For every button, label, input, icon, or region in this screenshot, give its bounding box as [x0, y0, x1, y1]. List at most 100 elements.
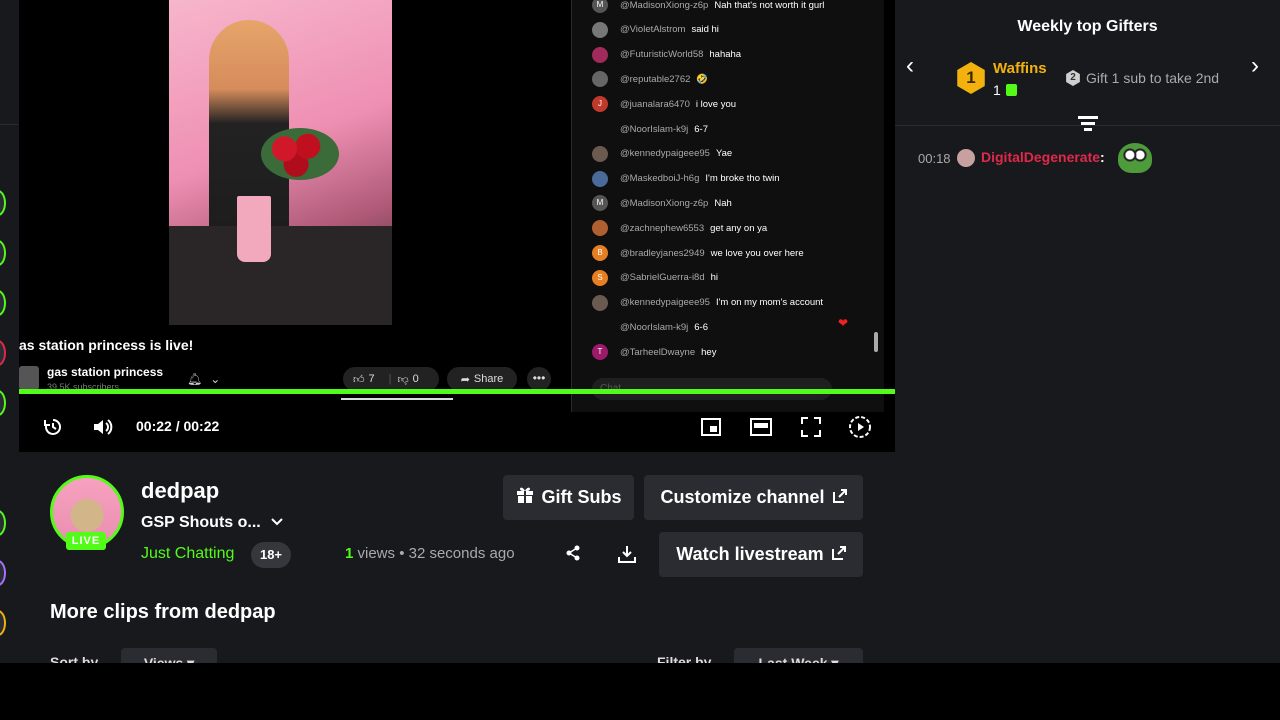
rail-avatar[interactable]	[0, 610, 6, 636]
chat-avatar	[592, 294, 608, 311]
share-arrow-icon: ➦	[460, 373, 470, 386]
chat-message-text: i love you	[695, 98, 737, 110]
chat-scrollbar[interactable]	[874, 332, 878, 352]
chat-message-user[interactable]: @NoorIslam-k9j	[620, 322, 688, 333]
chat-message-text: hi	[710, 272, 719, 284]
chat-message-text: 🤣	[696, 73, 709, 85]
chat-message-user[interactable]: @MaskedboiJ-h6g	[620, 173, 699, 184]
rail-avatar[interactable]	[0, 240, 6, 266]
chat-avatar	[592, 145, 608, 162]
rail-avatar[interactable]	[0, 390, 6, 416]
letterbox-bar	[0, 663, 1280, 720]
heart-icon: ❤	[838, 316, 849, 330]
gift-subs-button[interactable]: Gift Subs	[503, 475, 634, 520]
chat-avatar	[592, 319, 608, 336]
settings-icon[interactable]	[847, 414, 873, 440]
gift-icon	[516, 486, 534, 509]
chat-avatar: S	[592, 269, 608, 286]
chat-message-text: I'm broke tho twin	[705, 173, 780, 185]
roses-shape	[261, 128, 339, 180]
chat-avatar	[592, 121, 608, 137]
fullscreen-icon[interactable]	[799, 414, 823, 440]
theater-mode-icon[interactable]	[749, 414, 773, 440]
video-frame: as station princess is live! gas station…	[19, 0, 571, 392]
replay-icon[interactable]	[41, 414, 65, 440]
chat-message: @reputable2762 🤣	[592, 69, 708, 89]
chevron-down-icon[interactable]	[270, 514, 284, 530]
picture-in-picture-icon[interactable]	[699, 414, 723, 440]
progress-bar[interactable]	[19, 389, 895, 394]
time-display: 00:22 / 00:22	[136, 418, 220, 434]
chat-message-user[interactable]: @NoorIslam-k9j	[620, 124, 688, 135]
watch-livestream-button[interactable]: Watch livestream	[659, 532, 863, 577]
rail-avatar[interactable]	[0, 190, 6, 216]
top-gifter-name[interactable]: Waffins	[993, 60, 1047, 77]
rail-avatar[interactable]	[0, 560, 6, 586]
views-label: views	[353, 545, 396, 562]
chat-message-text: I'm on my mom's account	[715, 297, 824, 309]
watch-livestream-label: Watch livestream	[676, 544, 824, 564]
posted-time: • 32 seconds ago	[395, 545, 515, 562]
chat-avatar: J	[592, 96, 608, 113]
filter-dropdown[interactable]: Last Week ▾	[734, 648, 863, 663]
chat-separator: :	[1100, 149, 1105, 165]
chat-message-user[interactable]: @reputable2762	[620, 74, 690, 85]
download-icon[interactable]	[618, 545, 636, 568]
notification-bell[interactable]: 🔔︎ ⌄	[181, 368, 237, 390]
chat-message-user[interactable]: @MadisonXiong-z6p	[620, 0, 708, 11]
chat-message: M @MadisonXiong-z6p Nah that's not worth i…	[592, 0, 824, 15]
share-label: Share	[473, 373, 504, 385]
volume-icon[interactable]	[91, 414, 115, 440]
chat-message-user[interactable]: @MadisonXiong-z6p	[620, 198, 708, 209]
chat-message: B @bradleyjanes2949 we love you over here	[592, 243, 804, 263]
chat-message-user[interactable]: @TarheelDwayne	[620, 347, 695, 358]
chat-message: T @TarheelDwayne hey	[592, 342, 716, 362]
dislike-count: 0	[412, 373, 419, 385]
chat-username[interactable]: DigitalDegenerate:	[981, 149, 1105, 165]
age-badge: 18+	[251, 542, 291, 568]
external-link-icon	[832, 487, 847, 508]
table-shape	[169, 226, 392, 325]
chat-message-user[interactable]: @kennedypaigeee95	[620, 148, 710, 159]
more-options-icon[interactable]: •••	[527, 367, 551, 391]
chat-message-user[interactable]: @VioletAlstrom	[620, 24, 685, 35]
channel-name[interactable]: dedpap	[141, 478, 219, 504]
external-link-icon	[831, 544, 846, 565]
chat-avatar	[592, 46, 608, 63]
stream-title: GSP Shouts o...	[141, 514, 261, 531]
chevron-left-icon[interactable]: ‹	[906, 52, 914, 80]
customize-label: Customize channel	[660, 487, 825, 507]
page: as station princess is live! gas station…	[0, 0, 1280, 663]
rail-avatar[interactable]	[0, 510, 6, 536]
like-dislike-group[interactable]: 👍︎ 7 | 👎︎ 0	[343, 367, 439, 391]
user-badge-icon	[957, 149, 975, 167]
video-player[interactable]: as station princess is live! gas station…	[19, 0, 895, 452]
chat-message-user[interactable]: @FuturisticWorld58	[620, 49, 703, 60]
rail-avatar[interactable]	[0, 340, 6, 366]
chat-message-user[interactable]: @kennedypaigeee95	[620, 297, 710, 308]
share-icon[interactable]	[565, 545, 581, 566]
chat-message-text: Nah that's not worth it gurl	[714, 0, 825, 11]
chevron-right-icon[interactable]: ›	[1251, 52, 1259, 80]
chat-message-user[interactable]: @zachnephew6553	[620, 223, 704, 234]
pepe-emote-icon	[1118, 143, 1152, 173]
category-link[interactable]: Just Chatting	[141, 545, 234, 563]
chat-message-user[interactable]: @juanalara6470	[620, 99, 690, 110]
chat-message: @MaskedboiJ-h6g I'm broke tho twin	[592, 169, 780, 189]
sort-dropdown[interactable]: Views ▾	[121, 648, 217, 663]
rail-avatar[interactable]	[0, 290, 6, 316]
chat-message-user[interactable]: @bradleyjanes2949	[620, 248, 705, 259]
chat-message-user[interactable]: @SabrielGuerra-i8d	[620, 272, 705, 283]
customize-channel-button[interactable]: Customize channel	[644, 475, 863, 520]
chat-message-text: 6-7	[694, 123, 708, 135]
filter-icon[interactable]	[1078, 116, 1098, 134]
chat-message: @NoorIslam-k9j 6-6	[592, 317, 708, 337]
gift-hint: Gift 1 sub to take 2nd	[1086, 70, 1220, 86]
live-badge: LIVE	[66, 532, 106, 550]
gifters-heading: Weekly top Gifters	[1017, 18, 1158, 35]
view-stats: 1 views • 32 seconds ago	[345, 545, 515, 562]
chat-message-text: get any on ya	[710, 222, 768, 234]
embedded-share-button[interactable]: ➦ Share	[447, 367, 517, 391]
chat-avatar: T	[592, 344, 608, 361]
bell-icon: 🔔︎	[187, 372, 203, 386]
